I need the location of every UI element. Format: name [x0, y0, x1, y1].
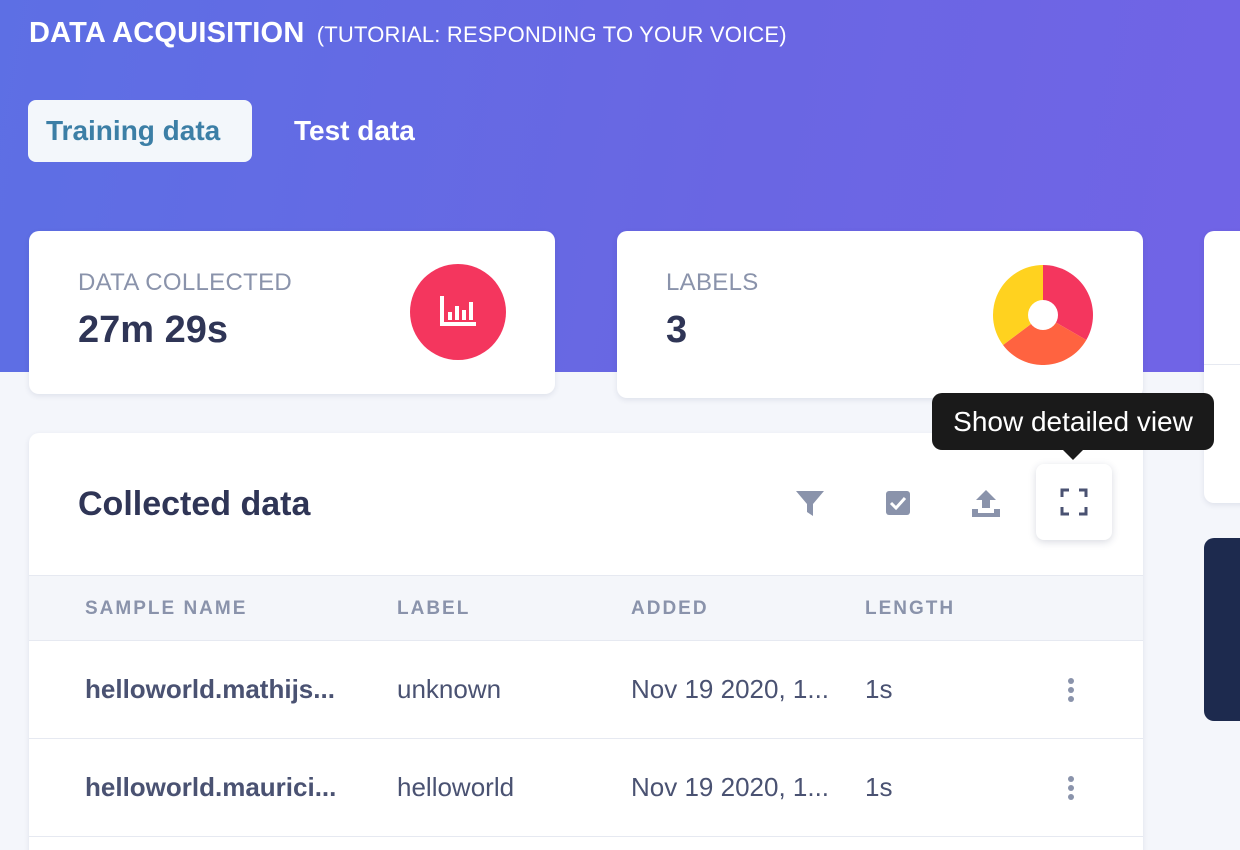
sample-name[interactable]: helloworld.mathijs... [85, 674, 363, 705]
upload-icon [972, 490, 1000, 517]
row-menu-icon[interactable] [1059, 674, 1083, 706]
table-header: SAMPLE NAME LABEL ADDED LENGTH [29, 575, 1143, 641]
collected-data-card: Collected data SAMPLE NAME LABEL ADDED L… [29, 433, 1143, 850]
labels-card: LABELS 3 [617, 231, 1143, 398]
data-collected-value: 27m 29s [78, 309, 229, 351]
sample-name[interactable]: helloworld.maurici... [85, 772, 363, 803]
detailed-view-button[interactable] [1036, 464, 1112, 540]
sample-label: unknown [397, 674, 502, 704]
tooltip-show-detailed-view: Show detailed view [932, 393, 1214, 460]
table-row[interactable]: helloworld.maurici... helloworld Nov 19 … [29, 739, 1143, 837]
page-title-text: DATA ACQUISITION [29, 17, 305, 49]
page-subtitle: (TUTORIAL: RESPONDING TO YOUR VOICE) [316, 22, 787, 47]
data-collected-card: DATA COLLECTED 27m 29s [29, 231, 555, 394]
tab-test-data[interactable]: Test data [276, 100, 433, 162]
bar-chart-icon [410, 264, 506, 360]
data-collected-label: DATA COLLECTED [78, 269, 293, 296]
checkbox-icon [886, 491, 910, 515]
row-menu-icon[interactable] [1059, 772, 1083, 804]
column-header-length[interactable]: LENGTH [865, 598, 955, 620]
sample-added: Nov 19 2020, 1... [631, 674, 830, 704]
pie-chart-icon [993, 265, 1093, 365]
sample-length: 1s [865, 674, 893, 704]
sample-label: helloworld [397, 772, 515, 802]
page-title: DATA ACQUISITION (TUTORIAL: RESPONDING T… [29, 17, 787, 50]
filter-button[interactable] [780, 473, 840, 533]
sample-length: 1s [865, 772, 893, 802]
upload-button[interactable] [956, 473, 1016, 533]
sample-added: Nov 19 2020, 1... [631, 772, 830, 802]
column-header-label[interactable]: LABEL [397, 598, 470, 620]
column-header-added[interactable]: ADDED [631, 598, 709, 620]
labels-label: LABELS [666, 269, 759, 296]
tab-training-data[interactable]: Training data [28, 100, 252, 162]
column-header-sample-name[interactable]: SAMPLE NAME [85, 598, 247, 620]
side-card [1204, 231, 1240, 503]
select-button[interactable] [868, 473, 928, 533]
filter-icon [796, 491, 824, 516]
side-dark-card [1204, 538, 1240, 721]
expand-icon [1060, 488, 1088, 516]
labels-value: 3 [666, 309, 688, 351]
table-row[interactable]: helloworld.mathijs... unknown Nov 19 202… [29, 641, 1143, 739]
collected-data-title: Collected data [78, 485, 311, 523]
